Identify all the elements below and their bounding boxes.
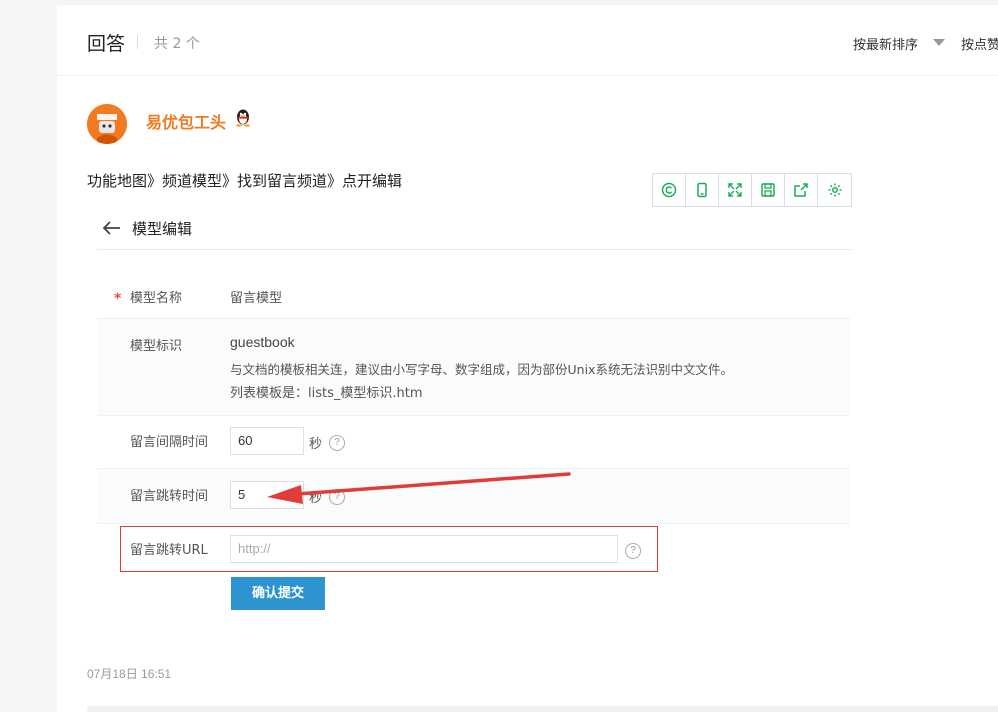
share-icon[interactable] — [785, 174, 818, 206]
save-icon[interactable] — [752, 174, 785, 206]
back-arrow-icon[interactable] — [102, 220, 121, 239]
answers-title: 回答 — [87, 33, 126, 55]
list-template-hint: 列表模板是：lists_模型标识.htm — [230, 386, 423, 401]
interval-help-icon[interactable]: ? — [329, 435, 345, 451]
answer-text: 功能地图》频道模型》找到留言频道》点开编辑 — [87, 172, 403, 190]
qq-penguin-icon[interactable] — [234, 107, 252, 131]
sort-latest-button[interactable]: 按最新排序 — [853, 34, 918, 53]
redirect-url-input[interactable]: http:// — [230, 535, 618, 563]
mobile-icon[interactable] — [686, 174, 719, 206]
model-id-label: 模型标识 — [130, 339, 183, 354]
redirect-time-label: 留言跳转时间 — [130, 489, 209, 504]
model-id-hint: 与文档的模板相关连，建议由小写字母、数字组成，因为部份Unix系统无法识别中文文… — [230, 362, 733, 377]
answers-header: 回答 共 2 个 按最新排序 按点赞 — [57, 5, 998, 76]
answers-panel: 回答 共 2 个 按最新排序 按点赞 易优包工头 功能地图》频道模型》找到留言频… — [57, 5, 998, 712]
model-name-label: 模型名称 — [130, 291, 183, 306]
copyright-icon[interactable] — [653, 174, 686, 206]
image-toolbar — [652, 173, 852, 207]
interval-input[interactable]: 60 — [230, 427, 304, 455]
sort-likes-button[interactable]: 按点赞 — [961, 34, 998, 53]
fullscreen-icon[interactable] — [719, 174, 752, 206]
answer-timestamp: 07月18日 16:51 — [87, 667, 172, 681]
page-title: 模型编辑 — [132, 220, 193, 238]
submit-button[interactable]: 确认提交 — [231, 577, 325, 610]
caret-down-icon[interactable] — [933, 39, 945, 46]
interval-unit: 秒 — [309, 437, 323, 452]
answers-count: 共 2 个 — [154, 36, 200, 52]
redirect-time-help-icon[interactable]: ? — [329, 489, 345, 505]
redirect-time-input[interactable]: 5 — [230, 481, 304, 509]
username-link[interactable]: 易优包工头 — [146, 109, 226, 133]
model-edit-header: 模型编辑 — [97, 205, 852, 250]
model-name-value: 留言模型 — [230, 291, 283, 306]
redirect-time-unit: 秒 — [309, 491, 323, 506]
avatar[interactable] — [87, 104, 127, 144]
model-id-value: guestbook — [230, 334, 295, 350]
redirect-url-label: 留言跳转URL — [130, 543, 208, 558]
interval-label: 留言间隔时间 — [130, 435, 209, 450]
redirect-time-row — [97, 468, 850, 524]
redirect-url-help-icon[interactable]: ? — [625, 543, 641, 559]
next-answer-divider — [87, 706, 998, 712]
settings-icon[interactable] — [818, 174, 851, 206]
header-divider — [137, 35, 138, 49]
required-mark: * — [114, 291, 122, 307]
